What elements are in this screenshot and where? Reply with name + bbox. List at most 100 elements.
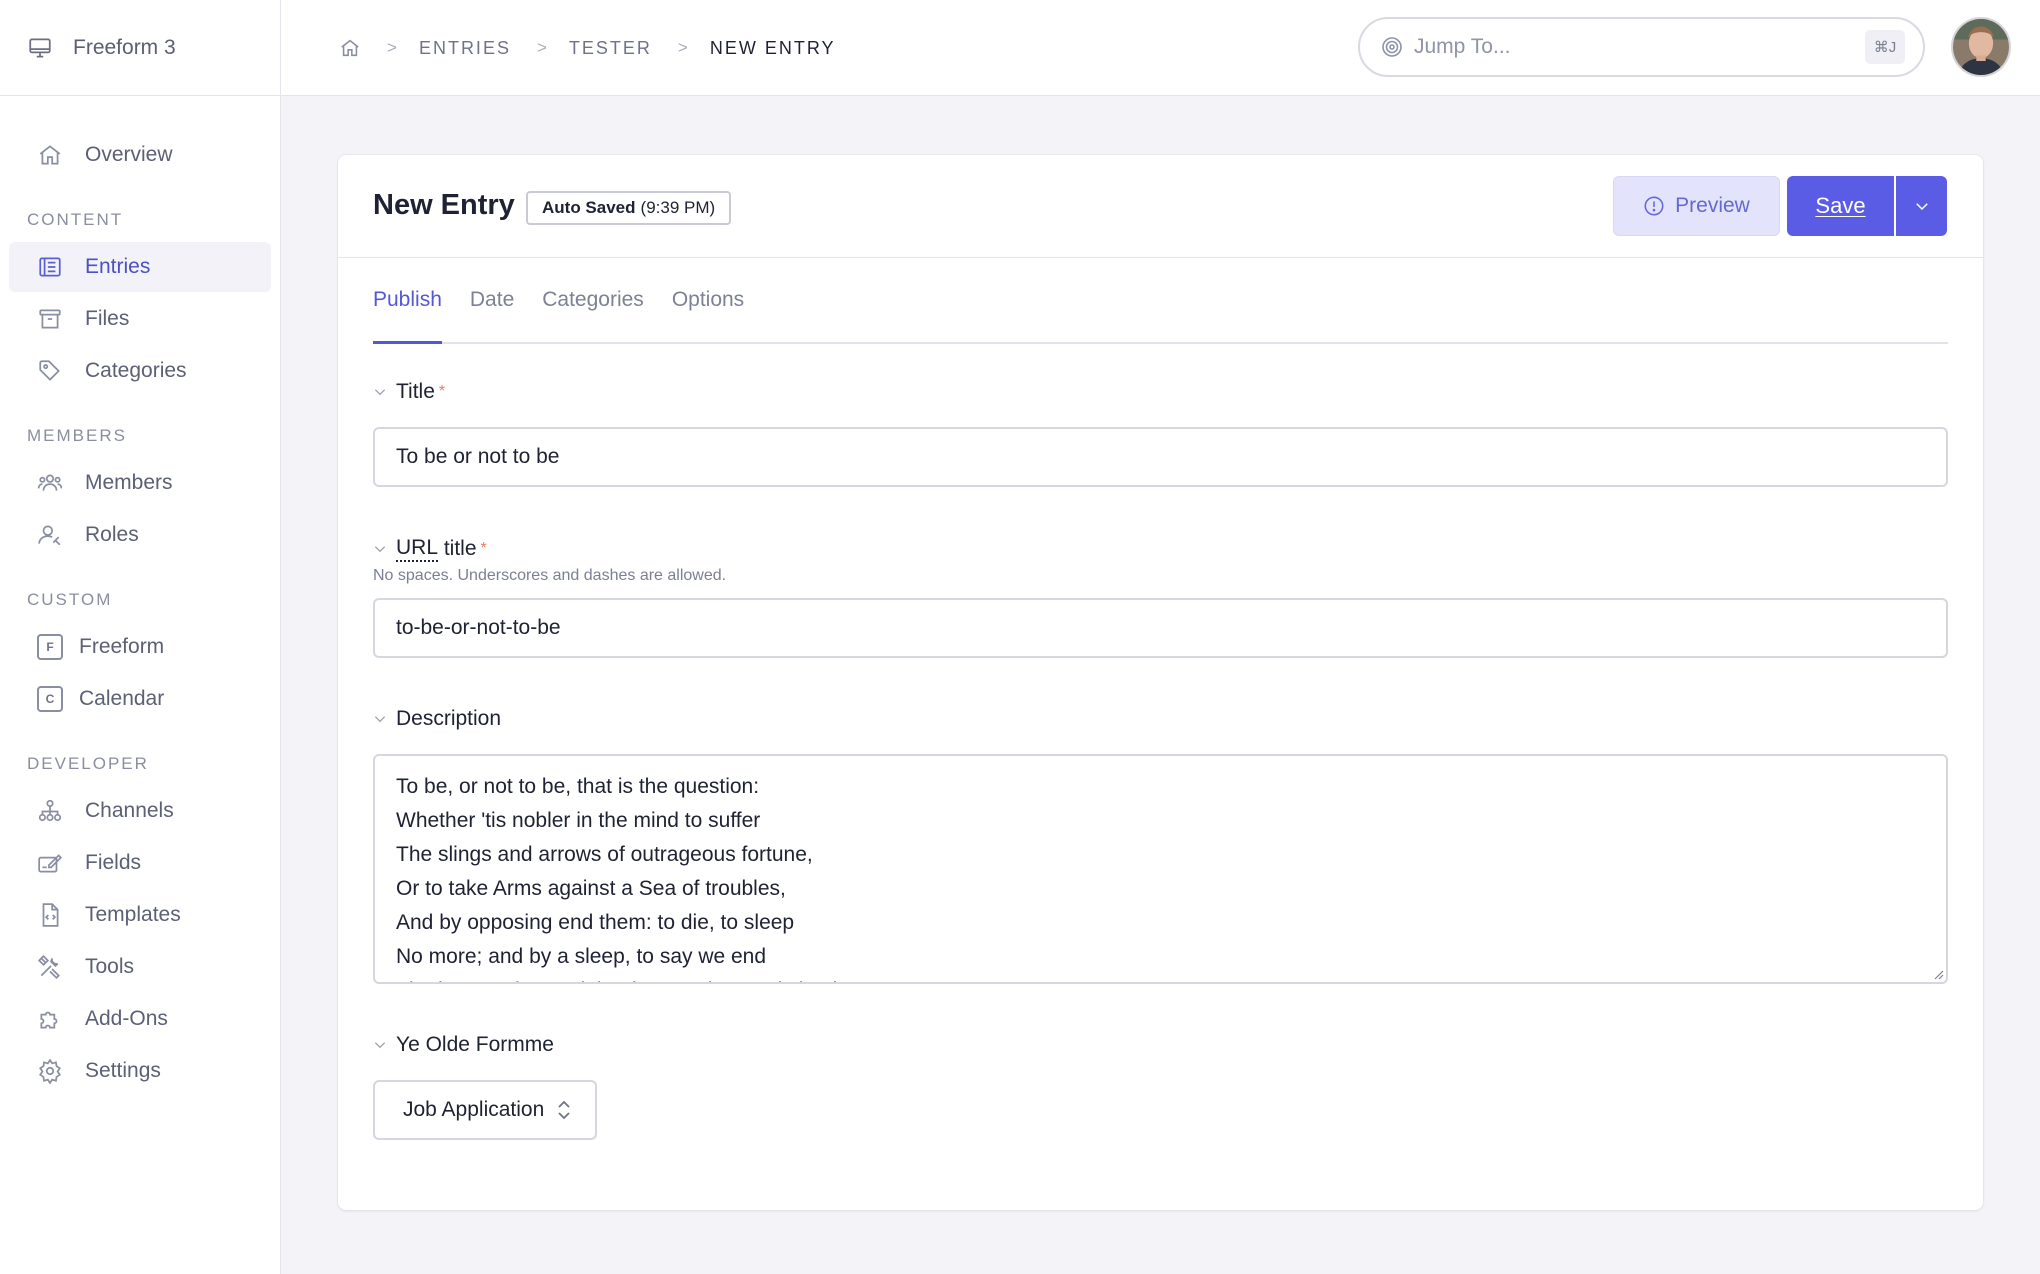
sidebar-nav: Overview CONTENT Entries Files Categorie… <box>0 96 280 1096</box>
tools-icon <box>37 954 63 980</box>
sidebar-item-label: Settings <box>85 1059 161 1082</box>
sidebar-item-files[interactable]: Files <box>9 294 271 344</box>
preview-label: Preview <box>1675 194 1750 217</box>
description-label: Description <box>396 707 502 730</box>
sidebar-item-label: Add-Ons <box>85 1007 168 1030</box>
tab-date[interactable]: Date <box>470 256 514 342</box>
save-options-dropdown[interactable] <box>1896 176 1947 236</box>
form-field-label[interactable]: Ye Olde Formme <box>373 1033 554 1057</box>
sidebar-item-fields[interactable]: Fields <box>9 838 271 888</box>
brand-name: Freeform 3 <box>73 35 176 59</box>
url-title-label-rest: title <box>438 537 477 560</box>
entries-icon <box>37 254 63 280</box>
file-code-icon <box>37 902 63 928</box>
url-abbreviation: URL <box>396 536 439 562</box>
save-button[interactable]: Save <box>1787 176 1894 236</box>
sidebar-item-members[interactable]: Members <box>9 458 271 508</box>
calendar-letter-icon: C <box>37 686 63 712</box>
description-line: And by opposing end them: to die, to sle… <box>396 911 795 934</box>
select-arrows-icon <box>556 1100 572 1120</box>
autosave-label: Auto Saved <box>542 198 636 217</box>
sidebar-section-developer: DEVELOPER <box>27 754 149 773</box>
sidebar-item-roles[interactable]: Roles <box>9 510 271 560</box>
sidebar-item-label: Tools <box>85 955 135 978</box>
form-label: Ye Olde Formme <box>396 1033 554 1056</box>
title-label: Title <box>396 380 435 403</box>
breadcrumb-entries[interactable]: ENTRIES <box>419 38 511 59</box>
sidebar: Freeform 3 Overview CONTENT Entries File… <box>0 0 281 1274</box>
home-breadcrumb-icon[interactable] <box>339 37 361 59</box>
users-icon <box>37 470 63 496</box>
sidebar-item-label: Roles <box>85 523 139 546</box>
sidebar-section-members: MEMBERS <box>27 426 127 445</box>
tab-options[interactable]: Options <box>672 256 744 342</box>
url-title-hint: No spaces. Underscores and dashes are al… <box>373 567 727 584</box>
sidebar-item-settings[interactable]: Settings <box>9 1046 271 1096</box>
url-title-field-label[interactable]: URL title * <box>373 536 487 562</box>
tab-categories[interactable]: Categories <box>542 256 644 342</box>
sidebar-item-categories[interactable]: Categories <box>9 346 271 396</box>
archive-icon <box>37 306 63 332</box>
url-title-input[interactable]: to-be-or-not-to-be <box>373 598 1948 658</box>
tag-icon <box>37 358 63 384</box>
sidebar-item-tools[interactable]: Tools <box>9 942 271 992</box>
entry-header: New Entry Auto Saved (9:39 PM) Preview S… <box>338 155 1983 258</box>
freeform-letter-icon: F <box>37 634 63 660</box>
sidebar-item-label: Freeform <box>79 635 165 658</box>
home-icon <box>37 142 63 168</box>
page-title: New Entry <box>373 189 515 221</box>
breadcrumb-separator: > <box>387 38 397 57</box>
sidebar-item-label: Fields <box>85 851 142 874</box>
sidebar-item-calendar[interactable]: C Calendar <box>9 674 271 724</box>
collapse-chevron-icon <box>373 712 387 726</box>
autosave-badge: Auto Saved (9:39 PM) <box>526 191 732 225</box>
description-field-label[interactable]: Description <box>373 707 501 731</box>
sidebar-item-templates[interactable]: Templates <box>9 890 271 940</box>
entry-tabs: Publish Date Categories Options <box>373 258 1948 344</box>
resize-handle-icon[interactable] <box>1932 968 1944 980</box>
breadcrumb: > ENTRIES > TESTER > NEW ENTRY <box>339 34 836 62</box>
sidebar-item-overview[interactable]: Overview <box>9 130 271 180</box>
jump-to-placeholder: Jump To... <box>1414 35 1511 58</box>
sidebar-item-entries[interactable]: Entries <box>9 242 271 292</box>
collapse-chevron-icon <box>373 542 387 556</box>
form-select[interactable]: Job Application <box>373 1080 597 1140</box>
sidebar-item-addons[interactable]: Add-Ons <box>9 994 271 1044</box>
required-asterisk: * <box>480 540 487 557</box>
breadcrumb-separator: > <box>677 38 688 57</box>
jump-to-search[interactable]: Jump To... ⌘J <box>1358 17 1925 77</box>
preview-button[interactable]: Preview <box>1613 176 1780 236</box>
avatar[interactable] <box>1951 17 2011 77</box>
sidebar-item-label: Channels <box>85 799 174 822</box>
description-line: The heart-ache, and the thousand natural… <box>396 974 1925 982</box>
sitemap-icon <box>37 798 63 824</box>
sidebar-section-custom: CUSTOM <box>27 590 113 609</box>
description-line: Or to take Arms against a Sea of trouble… <box>396 877 786 900</box>
keyboard-shortcut-badge: ⌘J <box>1865 30 1905 64</box>
description-line: Whether 'tis nobler in the mind to suffe… <box>396 809 761 832</box>
monitor-icon <box>27 35 53 61</box>
puzzle-icon <box>37 1006 63 1032</box>
breadcrumb-separator: > <box>536 38 547 57</box>
autosave-time: (9:39 PM) <box>640 198 716 217</box>
tab-publish[interactable]: Publish <box>373 256 442 344</box>
collapse-chevron-icon <box>373 1038 387 1052</box>
entry-card: New Entry Auto Saved (9:39 PM) Preview S… <box>338 155 1983 1210</box>
sidebar-item-label: Files <box>85 307 130 330</box>
title-input[interactable]: To be or not to be <box>373 427 1948 487</box>
chevron-down-icon <box>1915 203 1928 211</box>
top-bar: > ENTRIES > TESTER > NEW ENTRY Jump To..… <box>281 0 2040 96</box>
info-circle-icon <box>1643 195 1665 217</box>
sidebar-item-freeform[interactable]: F Freeform <box>9 622 271 672</box>
title-field-label[interactable]: Title * <box>373 380 445 404</box>
sidebar-section-content: CONTENT <box>27 210 124 229</box>
collapse-chevron-icon <box>373 385 387 399</box>
brand[interactable]: Freeform 3 <box>0 0 280 96</box>
description-textarea[interactable]: To be, or not to be, that is the questio… <box>373 754 1948 984</box>
user-role-icon <box>37 522 63 548</box>
sidebar-item-label: Members <box>85 471 173 494</box>
sidebar-item-label: Categories <box>85 359 187 382</box>
breadcrumb-tester[interactable]: TESTER <box>569 38 652 59</box>
sidebar-item-channels[interactable]: Channels <box>9 786 271 836</box>
required-asterisk: * <box>438 383 446 400</box>
